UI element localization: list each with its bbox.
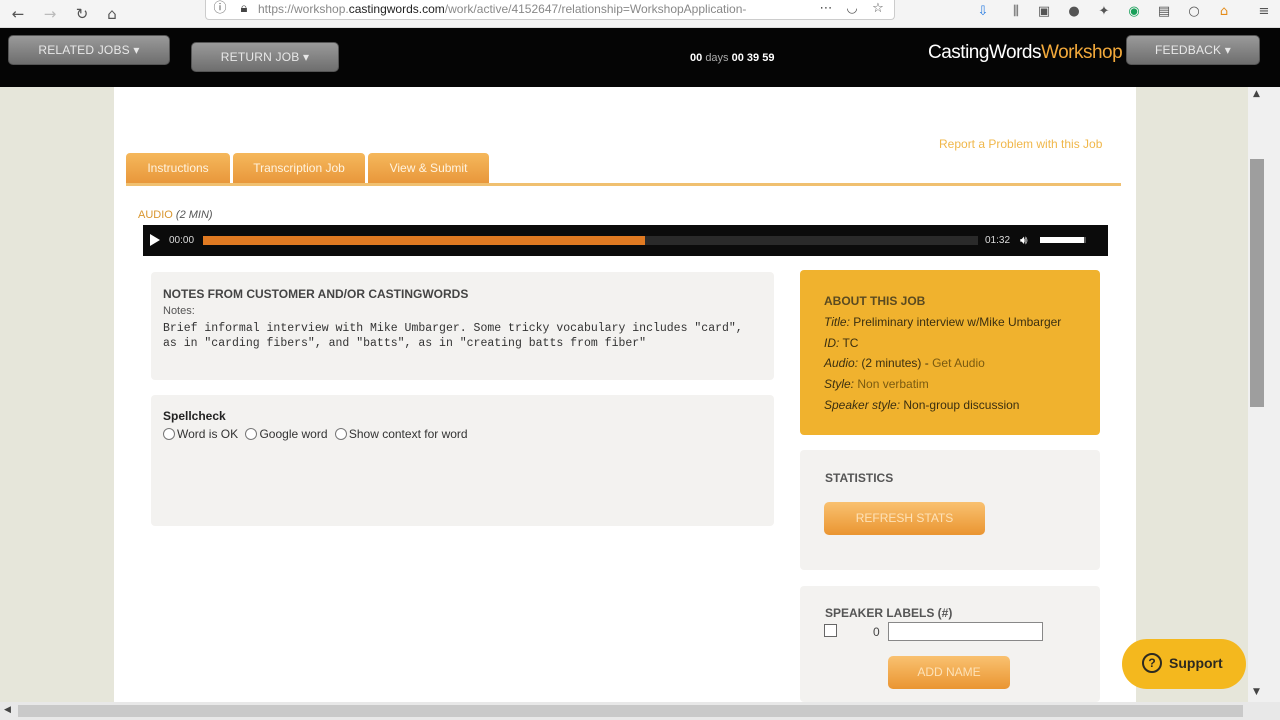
about-title: ABOUT THIS JOB <box>824 294 926 308</box>
job-title-line: Title: Preliminary interview w/Mike Umba… <box>824 315 1062 329</box>
scroll-down-icon[interactable]: ▼ <box>1253 687 1260 697</box>
show-context-label: Show context for word <box>348 427 468 441</box>
notes-text: Brief informal interview with Mike Umbar… <box>163 322 743 350</box>
extension-note-icon[interactable]: ▤ <box>1156 4 1172 20</box>
lock-icon[interactable]: 🔒︎ <box>236 1 252 17</box>
job-audio-line: Audio: (2 minutes) - Get Audio <box>824 356 985 370</box>
volume-icon[interactable]: 🔊︎ <box>1020 233 1028 248</box>
refresh-stats-button[interactable]: REFRESH STATS <box>824 502 985 535</box>
statistics-title: STATISTICS <box>825 471 894 485</box>
download-icon[interactable]: ⇩ <box>975 4 991 20</box>
bookmark-star-icon[interactable]: ☆ <box>870 1 886 17</box>
speaker-labels-title: SPEAKER LABELS (#) <box>825 606 953 620</box>
tab-underline <box>126 183 1121 186</box>
vertical-scroll-thumb[interactable] <box>1250 159 1264 407</box>
about-job-panel: ABOUT THIS JOB Title: Preliminary interv… <box>800 270 1100 435</box>
page-margin-left <box>0 87 114 702</box>
castingwords-logo: CastingWordsWorkshop <box>928 42 1123 63</box>
menu-icon[interactable]: ≡ <box>1256 4 1272 20</box>
support-button[interactable]: ? Support <box>1122 639 1246 689</box>
speaker-name-input[interactable] <box>888 622 1043 641</box>
extension-shield-icon[interactable]: ◉ <box>1126 4 1142 20</box>
job-style-line: Style: Non verbatim <box>824 377 929 391</box>
horizontal-scrollbar[interactable]: ◀ <box>0 702 1280 720</box>
help-icon: ? <box>1142 653 1162 673</box>
url-text: https://workshop.castingwords.com/work/a… <box>258 2 747 16</box>
notes-label: Notes: <box>163 305 195 317</box>
library-icon[interactable]: ⫼ <box>1008 4 1024 20</box>
seek-bar[interactable] <box>203 236 978 245</box>
google-word-radio[interactable] <box>245 428 258 440</box>
job-timer: 00 days 00 39 59 <box>690 52 775 64</box>
vertical-scrollbar[interactable]: ▲ ▼ <box>1248 87 1280 702</box>
info-icon[interactable]: ⓘ <box>212 1 228 17</box>
job-id-line: ID: TC <box>824 336 859 350</box>
extension-circle-icon[interactable]: ○ <box>1186 4 1202 20</box>
show-context-radio[interactable] <box>334 428 347 440</box>
get-audio-link[interactable]: Get Audio <box>932 356 985 370</box>
notes-title: NOTES FROM CUSTOMER AND/OR CASTINGWORDS <box>163 287 469 301</box>
home-icon[interactable]: ⌂ <box>102 4 122 24</box>
current-time: 00:00 <box>169 235 195 246</box>
audio-player: 00:00 01:32 🔊︎ <box>143 225 1108 256</box>
spellcheck-panel <box>151 395 774 526</box>
spellcheck-title: Spellcheck <box>163 409 226 423</box>
play-icon[interactable] <box>150 234 160 246</box>
extension-mic-icon[interactable]: ● <box>1066 4 1082 20</box>
support-label: Support <box>1169 655 1223 671</box>
google-word-label: Google word <box>259 427 328 441</box>
extension-puzzle-icon[interactable]: ✦ <box>1096 4 1112 20</box>
tab-instructions[interactable]: Instructions <box>126 153 230 184</box>
speaker-style-line: Speaker style: Non-group discussion <box>824 398 1020 412</box>
add-name-button[interactable]: ADD NAME <box>888 656 1010 689</box>
forward-icon[interactable]: → <box>40 4 60 24</box>
tab-view-submit[interactable]: View & Submit <box>368 153 489 184</box>
sidebar-icon[interactable]: ▣ <box>1036 4 1052 20</box>
audio-label: AUDIO (2 MIN) <box>138 209 213 221</box>
extension-home-icon[interactable]: ⌂ <box>1216 4 1232 20</box>
volume-level <box>1040 237 1084 243</box>
return-job-button[interactable]: RETURN JOB ▾ <box>191 42 339 72</box>
reload-icon[interactable]: ↻ <box>72 4 92 24</box>
feedback-button[interactable]: FEEDBACK ▾ <box>1126 35 1260 65</box>
scroll-up-icon[interactable]: ▲ <box>1253 89 1260 99</box>
address-bar[interactable]: ⓘ 🔒︎ https://workshop.castingwords.com/w… <box>205 0 895 20</box>
scroll-left-icon[interactable]: ◀ <box>4 705 11 715</box>
speaker-label-checkbox[interactable] <box>824 624 837 637</box>
back-icon[interactable]: ← <box>8 4 28 24</box>
horizontal-scroll-thumb[interactable] <box>18 705 1243 717</box>
word-ok-radio[interactable] <box>163 428 175 440</box>
volume-slider[interactable] <box>1040 237 1086 243</box>
related-jobs-button[interactable]: RELATED JOBS ▾ <box>8 35 170 65</box>
page-margin-right <box>1136 87 1248 702</box>
seek-progress <box>203 236 645 245</box>
tab-transcription-job[interactable]: Transcription Job <box>233 153 365 184</box>
pocket-icon[interactable]: ◡ <box>844 1 860 17</box>
more-icon[interactable]: ⋯ <box>818 1 834 17</box>
spellcheck-options: Word is OK Google word Show context for … <box>163 427 468 441</box>
word-ok-label: Word is OK <box>177 427 239 441</box>
browser-toolbar: ← → ↻ ⌂ ⓘ 🔒︎ https://workshop.castingwor… <box>0 0 1280 28</box>
end-time: 01:32 <box>985 235 1011 246</box>
report-problem-link[interactable]: Report a Problem with this Job <box>939 137 1102 151</box>
speaker-number: 0 <box>873 625 880 639</box>
